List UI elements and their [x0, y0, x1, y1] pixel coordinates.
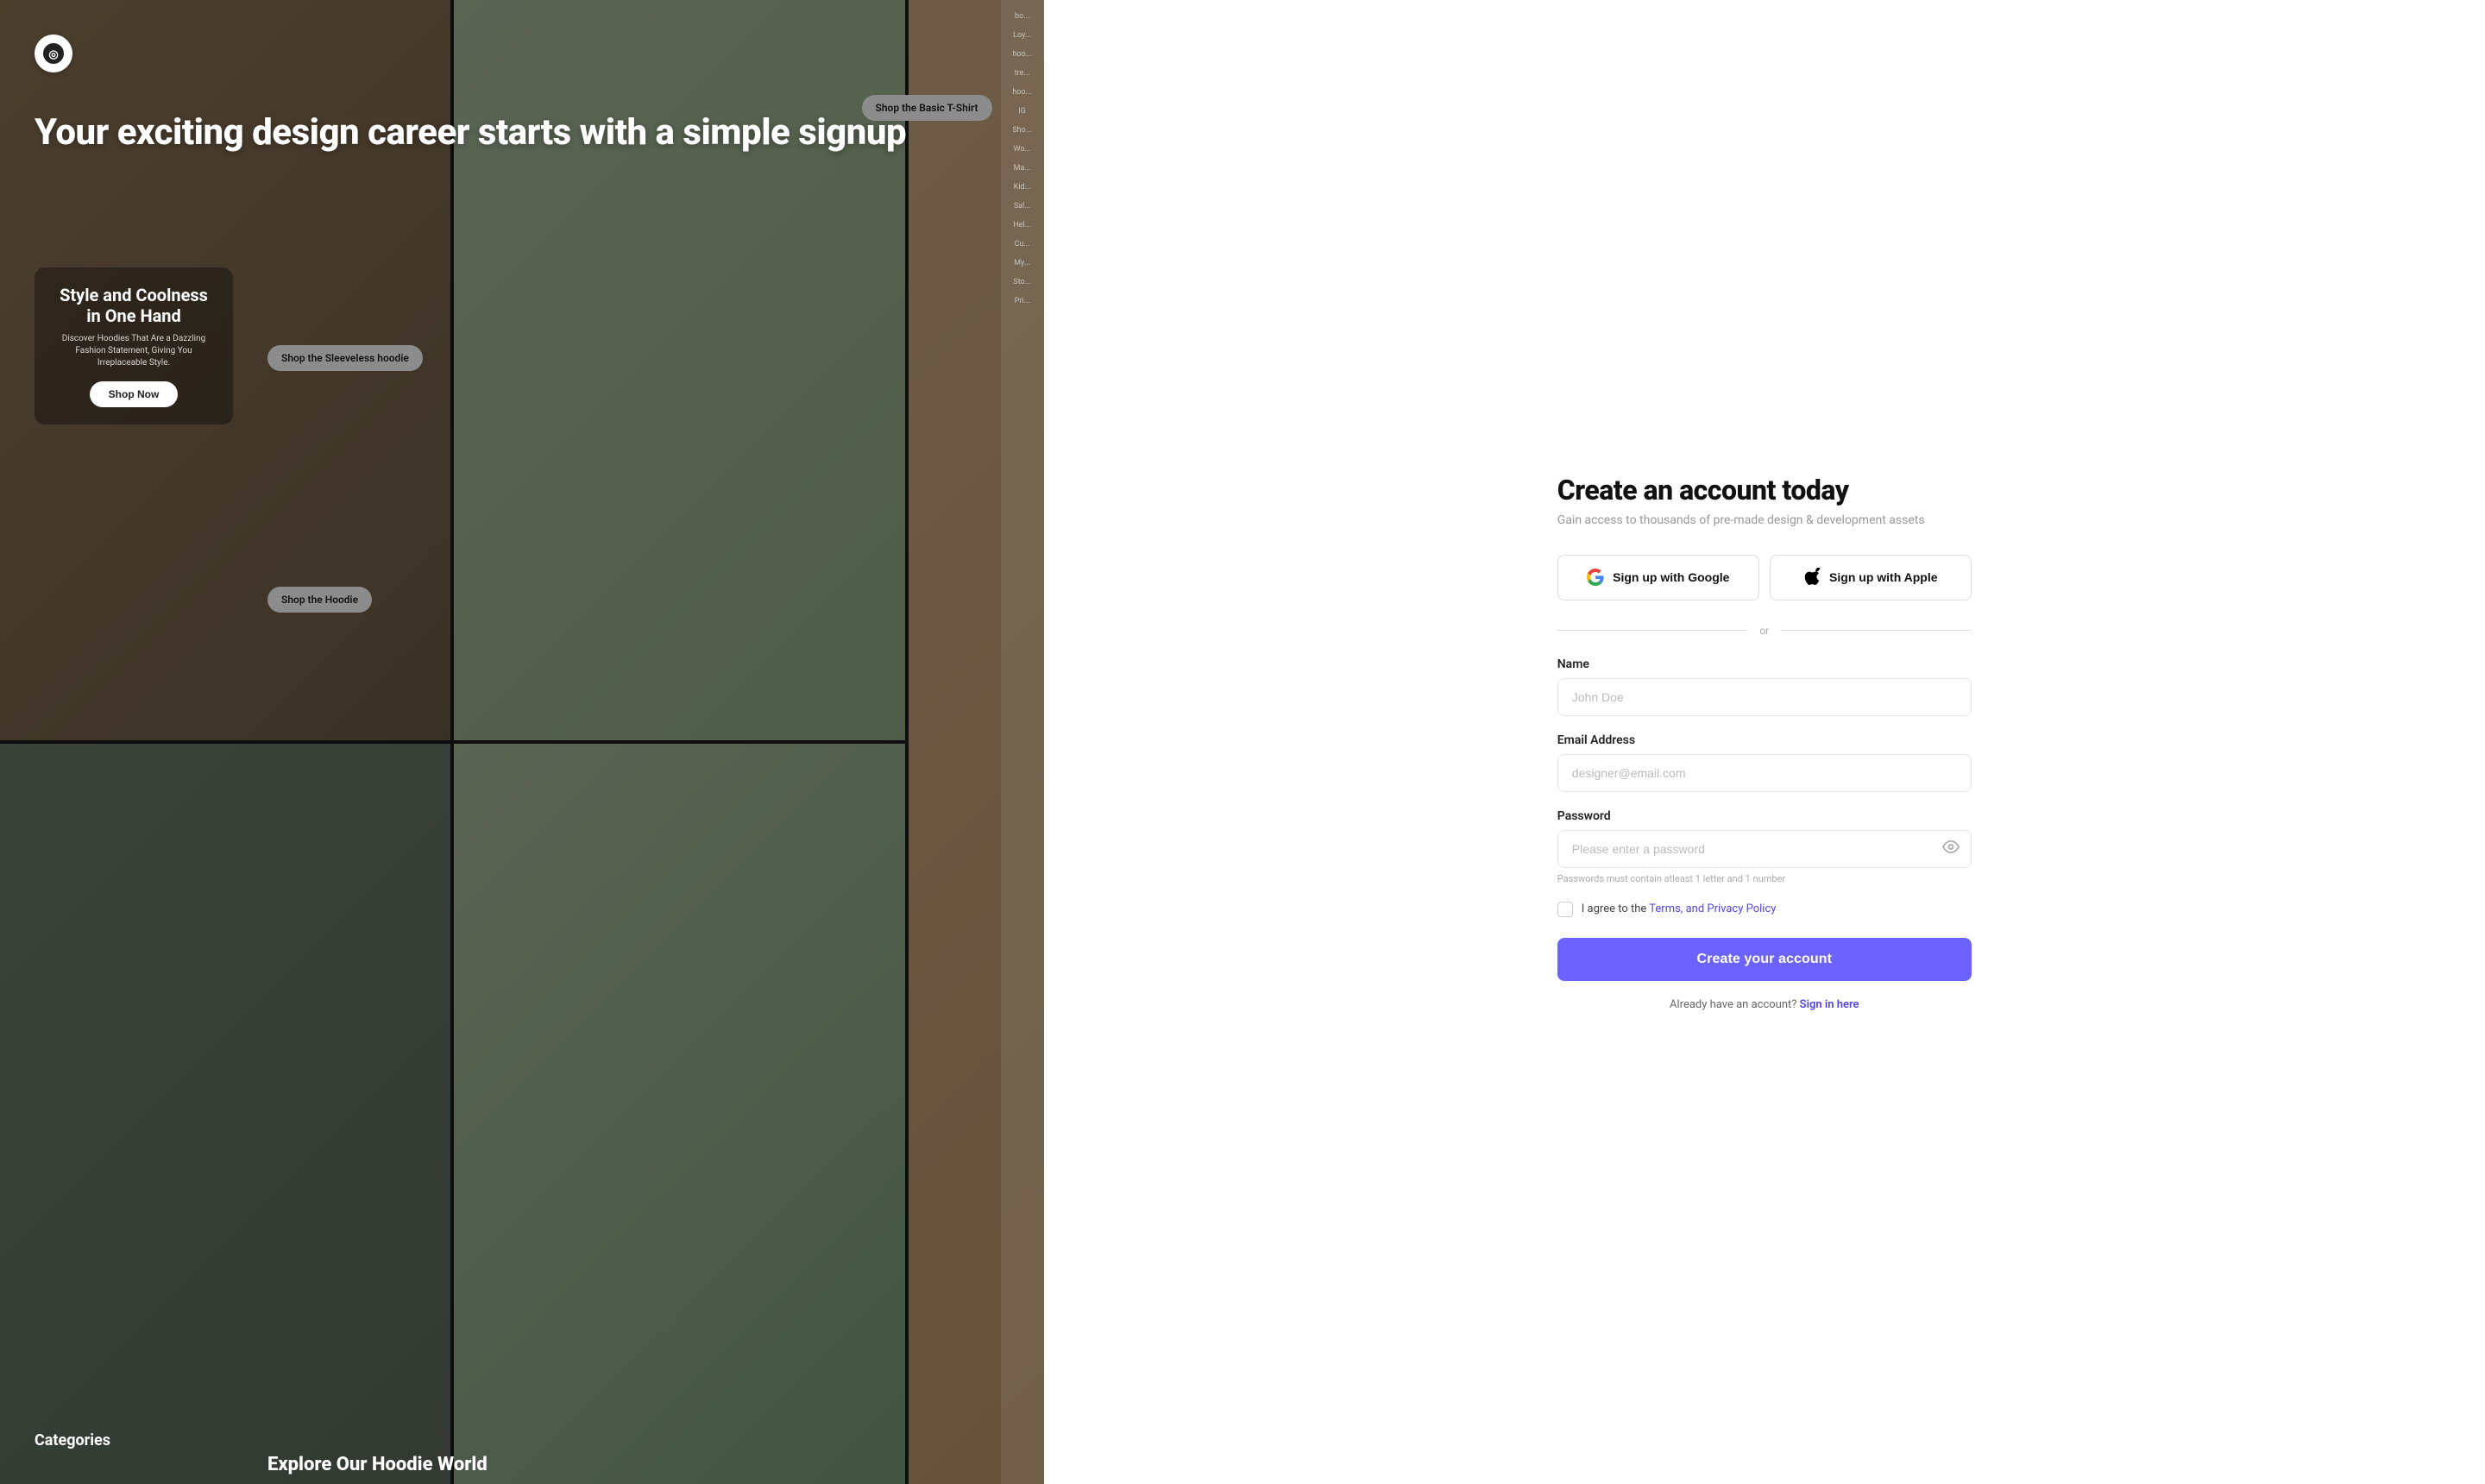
side-item-wo: Wo... — [1005, 141, 1040, 157]
name-label: Name — [1557, 657, 1972, 671]
apple-signup-button[interactable]: Sign up with Apple — [1770, 555, 1972, 601]
email-input[interactable] — [1557, 754, 1972, 792]
or-divider: or — [1557, 625, 1972, 637]
email-label: Email Address — [1557, 733, 1972, 747]
side-item-sal: Sal... — [1005, 198, 1040, 214]
page-subtitle: Gain access to thousands of pre-made des… — [1557, 513, 1972, 527]
side-item-1: bo... — [1005, 9, 1040, 24]
terms-checkbox[interactable] — [1557, 902, 1573, 917]
signin-row: Already have an account? Sign in here — [1557, 998, 1972, 1011]
categories-section: Categories — [35, 1431, 110, 1458]
divider-line-right — [1781, 630, 1972, 631]
apple-btn-label: Sign up with Apple — [1829, 570, 1937, 584]
categories-heading: Categories — [35, 1431, 110, 1449]
password-input[interactable] — [1557, 830, 1972, 868]
side-item-4: tre... — [1005, 66, 1040, 81]
name-form-group: Name — [1557, 657, 1972, 716]
logo-badge: ◎ — [35, 35, 72, 72]
password-form-group: Password Passwords must contain atleast … — [1557, 809, 1972, 884]
divider-line-left — [1557, 630, 1748, 631]
right-panel: Create an account today Gain access to t… — [1044, 0, 2485, 1484]
side-item-sto: Sto... — [1005, 274, 1040, 290]
side-item-5: hoo... — [1005, 85, 1040, 100]
password-hint: Passwords must contain atleast 1 letter … — [1557, 873, 1972, 884]
create-account-button[interactable]: Create your account — [1557, 938, 1972, 981]
shop-now-button[interactable]: Shop Now — [90, 381, 179, 407]
terms-link[interactable]: Terms, and Privacy Policy — [1649, 902, 1776, 915]
side-item-2: Loy... — [1005, 28, 1040, 43]
apple-icon — [1803, 568, 1821, 588]
password-wrapper — [1557, 830, 1972, 868]
name-input[interactable] — [1557, 678, 1972, 716]
style-card-title: Style and Coolness in One Hand — [52, 285, 216, 326]
side-item-3: hoo... — [1005, 47, 1040, 62]
left-panel: ◎ Your exciting design career starts wit… — [0, 0, 1044, 1484]
signin-prompt-text: Already have an account? — [1670, 998, 1796, 1011]
email-form-group: Email Address — [1557, 733, 1972, 792]
side-item-ma: Ma... — [1005, 160, 1040, 176]
google-signup-button[interactable]: Sign up with Google — [1557, 555, 1759, 601]
hero-text-area: Your exciting design career starts with … — [35, 112, 906, 154]
logo-icon: ◎ — [42, 42, 65, 65]
signin-link[interactable]: Sign in here — [1800, 998, 1859, 1011]
google-btn-label: Sign up with Google — [1613, 570, 1729, 584]
side-item-hel: Hel... — [1005, 217, 1040, 233]
side-item-pri: Pri... — [1005, 293, 1040, 309]
explore-card-title: Explore Our Hoodie World — [267, 1454, 488, 1475]
hero-heading: Your exciting design career starts with … — [35, 112, 906, 154]
side-navigation-strip: bo... Loy... hoo... tre... hoo... IG Sho… — [1001, 0, 1044, 1484]
toggle-password-icon[interactable] — [1942, 838, 1960, 859]
style-coolness-card: Style and Coolness in One Hand Discover … — [35, 267, 233, 424]
side-item-cu: Cu... — [1005, 236, 1040, 252]
side-item-shop: Sho... — [1005, 123, 1040, 138]
side-item-kid: Kid... — [1005, 179, 1040, 195]
svg-text:◎: ◎ — [48, 47, 58, 60]
password-label: Password — [1557, 809, 1972, 823]
terms-label: I agree to the Terms, and Privacy Policy — [1582, 902, 1777, 915]
page-title: Create an account today — [1557, 474, 1972, 506]
terms-checkbox-row: I agree to the Terms, and Privacy Policy — [1557, 902, 1972, 917]
social-buttons-row: Sign up with Google Sign up with Apple — [1557, 555, 1972, 601]
google-icon — [1587, 569, 1604, 586]
dark-overlay — [0, 0, 1044, 1484]
side-item-ig: IG — [1005, 104, 1040, 119]
explore-hoodie-card: Explore Our Hoodie World — [267, 1454, 488, 1475]
side-item-my: My... — [1005, 255, 1040, 271]
divider-text: or — [1759, 625, 1769, 637]
signup-container: Create an account today Gain access to t… — [1557, 474, 1972, 1011]
style-card-description: Discover Hoodies That Are a Dazzling Fas… — [52, 333, 216, 369]
